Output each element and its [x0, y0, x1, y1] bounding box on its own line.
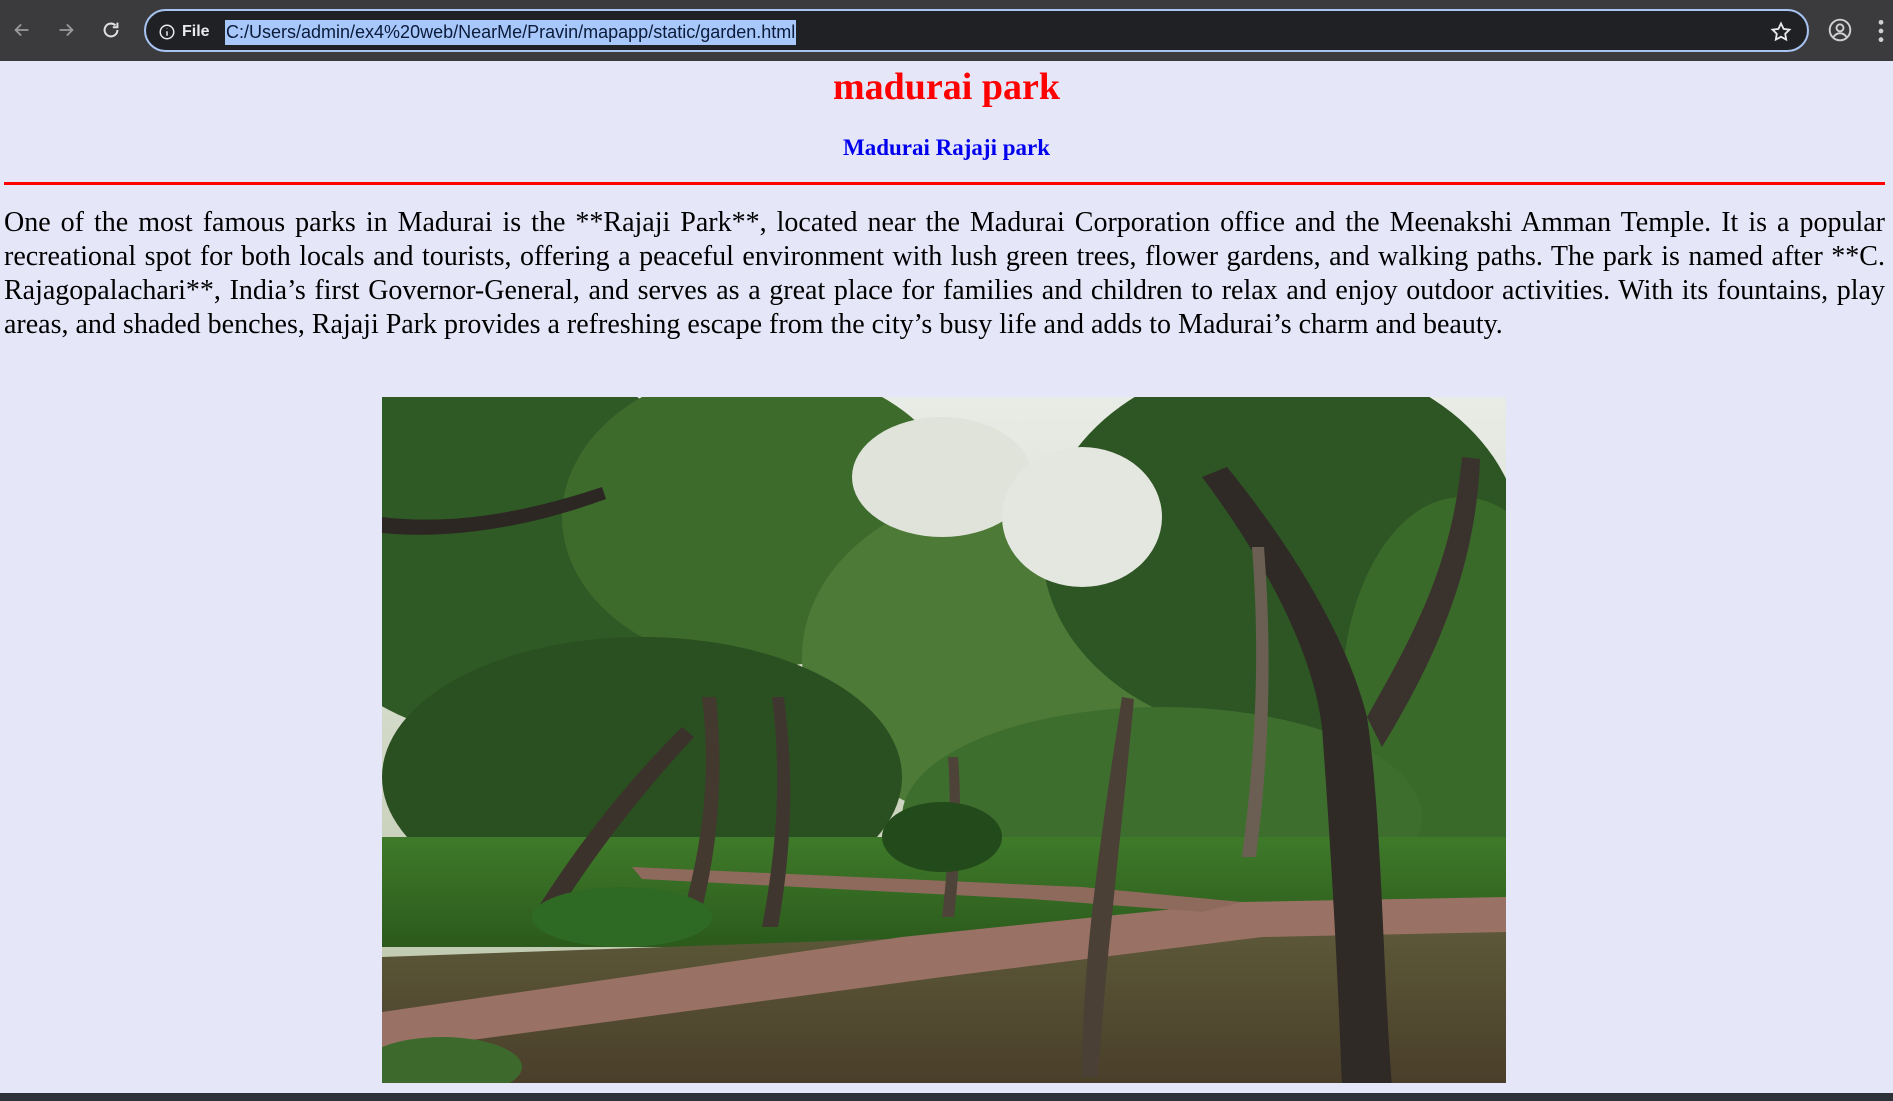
horizontal-rule	[4, 182, 1885, 185]
taskbar-strip	[0, 1093, 1893, 1101]
forward-button[interactable]	[52, 16, 80, 44]
profile-icon[interactable]	[1827, 17, 1853, 43]
reload-button[interactable]	[97, 16, 125, 44]
page-subtitle: Madurai Rajaji park	[843, 135, 1050, 160]
arrow-left-icon	[14, 23, 29, 37]
info-icon	[159, 24, 175, 40]
back-button[interactable]	[8, 16, 36, 44]
arrow-right-icon	[59, 23, 74, 37]
park-photo	[382, 397, 1506, 1083]
park-trees-photo-illustration	[382, 397, 1506, 1083]
park-description: One of the most famous parks in Madurai …	[4, 207, 1885, 340]
address-bar[interactable]: File C:/Users/admin/ex4%20web/NearMe/Pra…	[144, 9, 1809, 52]
site-info-button[interactable]: File	[158, 21, 210, 43]
bookmark-star-icon[interactable]	[1769, 20, 1793, 44]
reload-icon	[103, 22, 119, 38]
more-menu-icon[interactable]	[1876, 18, 1886, 44]
page-title: madurai park	[833, 66, 1060, 108]
browser-toolbar: File C:/Users/admin/ex4%20web/NearMe/Pra…	[0, 0, 1893, 61]
url-text[interactable]: C:/Users/admin/ex4%20web/NearMe/Pravin/m…	[225, 20, 797, 45]
site-info-label: File	[182, 23, 210, 40]
page-content: madurai park Madurai Rajaji park One of …	[0, 61, 1893, 1093]
